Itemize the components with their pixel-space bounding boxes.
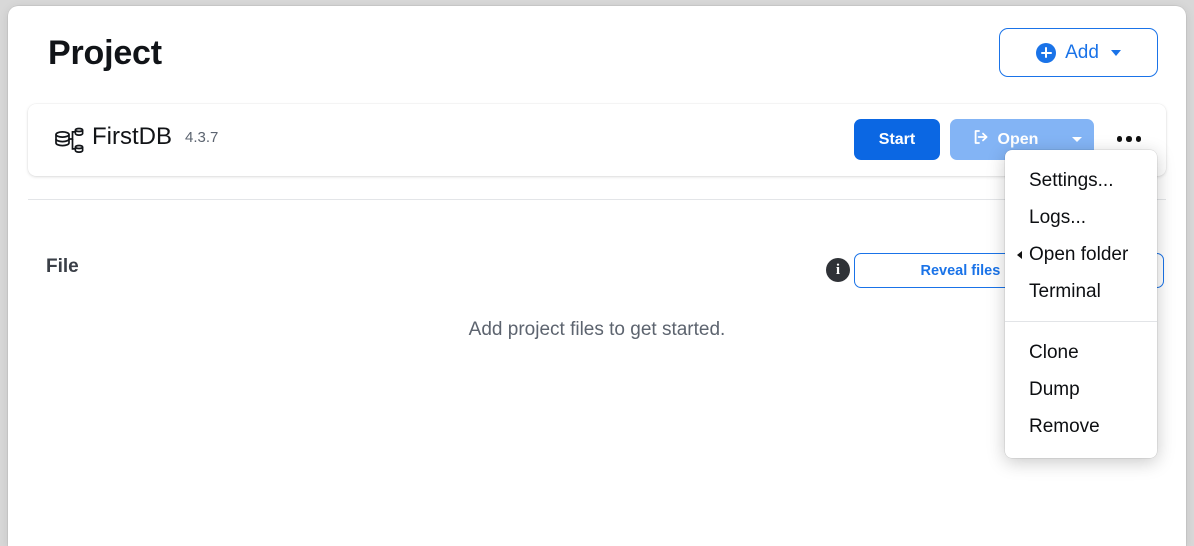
open-button-label: Open [997,130,1039,148]
ellipsis-icon [1135,136,1142,142]
start-button[interactable]: Start [854,119,940,160]
project-context-menu: Settings... Logs... Open folder Terminal… [1005,150,1157,458]
project-version: 4.3.7 [185,129,219,146]
chevron-down-icon [1072,137,1082,142]
menu-item-settings[interactable]: Settings... [1005,162,1157,199]
page-title: Project [48,34,162,72]
more-options-button[interactable] [1114,128,1144,150]
menu-item-logs[interactable]: Logs... [1005,199,1157,236]
menu-item-label: Remove [1029,415,1100,437]
menu-separator [1005,321,1157,322]
menu-item-dump[interactable]: Dump [1005,371,1157,408]
menu-item-label: Settings... [1029,169,1114,191]
menu-item-label: Open folder [1029,243,1129,265]
add-button-label: Add [1065,41,1099,63]
add-button[interactable]: Add [999,28,1158,77]
project-name: FirstDB [92,123,172,150]
plus-circle-icon [1036,42,1057,63]
menu-item-label: Dump [1029,378,1080,400]
page-header: Project Add [8,6,1186,98]
database-cluster-icon [53,122,87,156]
ellipsis-icon [1116,136,1123,142]
menu-item-remove[interactable]: Remove [1005,408,1157,445]
menu-item-label: Logs... [1029,206,1087,228]
project-card: FirstDB 4.3.7 Start Open [28,104,1166,176]
file-section-label: File [46,256,79,277]
info-icon[interactable]: i [826,258,850,282]
menu-item-open-folder[interactable]: Open folder [1005,236,1157,273]
submenu-arrow-left-icon [1017,250,1022,259]
external-link-icon [972,128,990,151]
menu-item-terminal[interactable]: Terminal [1005,273,1157,310]
app-window: Project Add FirstDB 4.3.7 Start Open Fil… [8,6,1186,546]
menu-item-clone[interactable]: Clone [1005,334,1157,371]
chevron-down-icon [1110,49,1121,56]
menu-item-label: Terminal [1029,280,1101,302]
menu-item-label: Clone [1029,341,1079,363]
section-divider [28,199,1166,200]
ellipsis-icon [1126,136,1132,142]
